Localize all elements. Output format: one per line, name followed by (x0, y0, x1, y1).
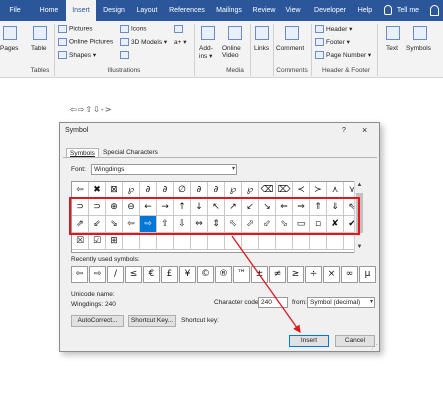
annotation-arrow (231, 235, 301, 334)
